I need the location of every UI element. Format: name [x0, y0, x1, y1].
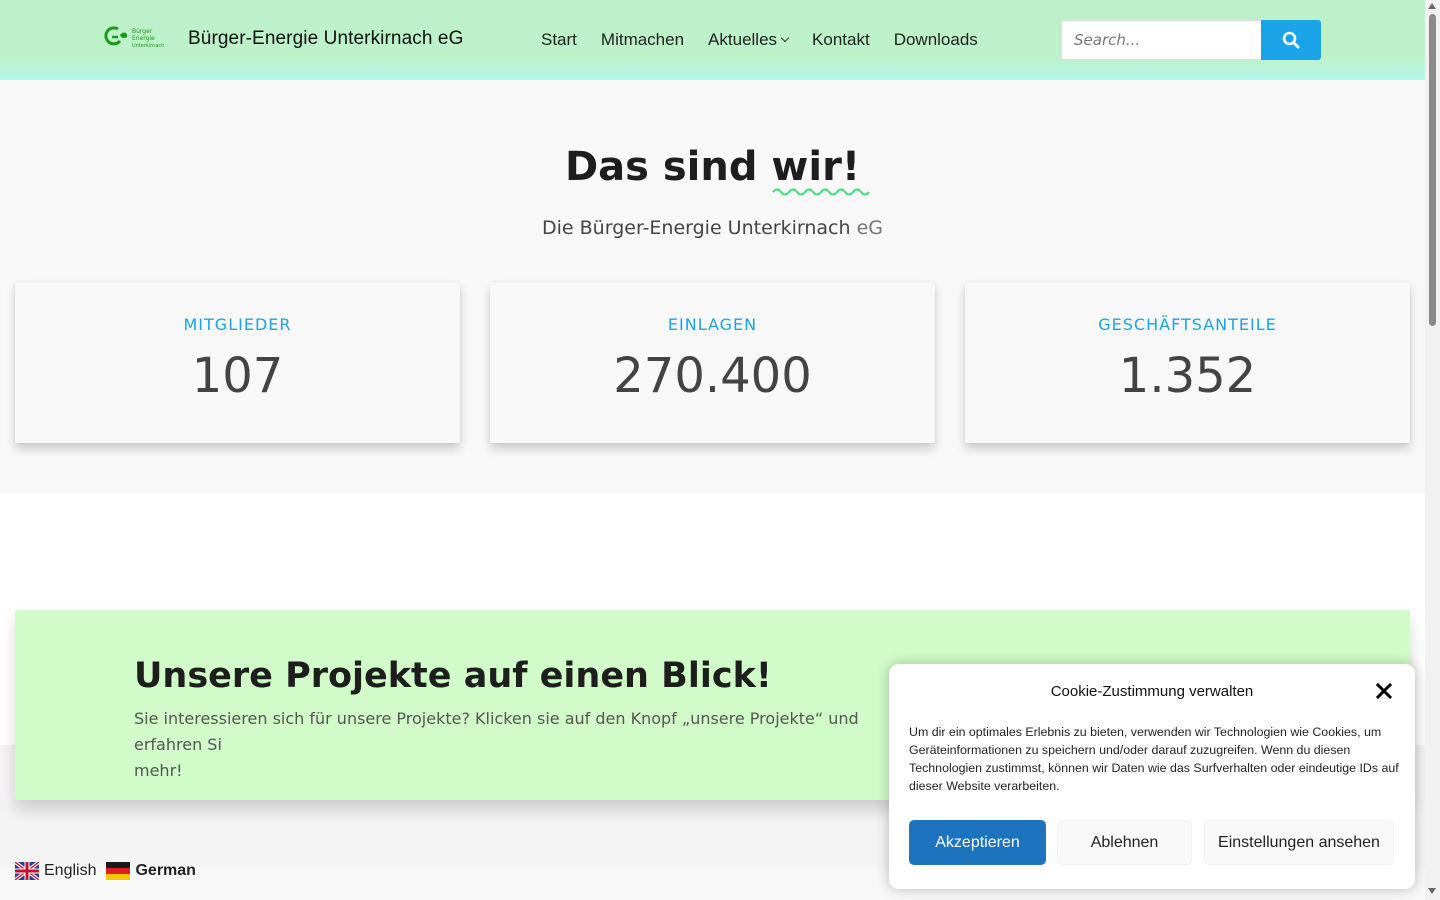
nav-aktuelles[interactable]: Aktuelles [708, 30, 790, 50]
search-input[interactable] [1061, 20, 1261, 60]
language-switcher: English German [15, 862, 206, 880]
stat-card-einlagen: EINLAGEN 270.400 [490, 282, 935, 443]
language-label: English [44, 862, 97, 879]
cookie-consent-dialog: Cookie-Zustimmung verwalten Um dir ein o… [889, 664, 1415, 889]
projects-text-line1: Sie interessieren sich für unsere Projek… [134, 709, 859, 754]
nav-start[interactable]: Start [541, 30, 577, 50]
scroll-down-arrow-icon[interactable] [1428, 888, 1436, 894]
scroll-up-arrow-icon[interactable] [1428, 3, 1436, 9]
hero-title-highlight: wir! [771, 144, 871, 196]
stat-value: 1.352 [1118, 348, 1257, 404]
close-icon[interactable] [1375, 682, 1393, 700]
hero-title-part1: Das sind [564, 144, 772, 190]
stat-label: EINLAGEN [667, 315, 758, 334]
stat-value: 270.400 [613, 348, 812, 404]
view-settings-button[interactable]: Einstellungen ansehen [1204, 820, 1394, 865]
search-icon [1282, 31, 1300, 49]
nav-aktuelles-label: Aktuelles [708, 30, 778, 49]
logo-text-1: Bürger [132, 28, 153, 35]
stat-card-mitglieder: MITGLIEDER 107 [15, 282, 460, 443]
german-flag-icon [106, 862, 131, 880]
decline-button[interactable]: Ablehnen [1057, 820, 1192, 865]
site-header: Bürger Energie Unterkirnach Bürger-Energ… [0, 0, 1425, 80]
hero-subtitle: Die Bürger-Energie Unterkirnach eG [0, 217, 1425, 239]
language-english[interactable]: English [15, 862, 96, 880]
projects-text: Sie interessieren sich für unsere Projek… [134, 706, 924, 784]
stat-label: MITGLIEDER [183, 315, 292, 334]
wavy-underline [772, 188, 871, 196]
nav-mitmachen[interactable]: Mitmachen [601, 30, 684, 50]
hero-subtitle-main: Die Bürger-Energie Unterkirnach [542, 217, 857, 239]
hero-title: Das sind wir! [0, 144, 1425, 196]
accept-button[interactable]: Akzeptieren [909, 820, 1046, 865]
projects-text-line2: mehr! [134, 761, 183, 780]
search-button[interactable] [1261, 20, 1321, 60]
uk-flag-icon [15, 862, 39, 880]
scrollbar-thumb[interactable] [1429, 14, 1436, 326]
nav-downloads[interactable]: Downloads [894, 30, 978, 50]
main-nav: Start Mitmachen Aktuelles Kontakt Downlo… [541, 30, 978, 50]
logo-icon: Bürger Energie Unterkirnach [104, 26, 164, 49]
stat-value: 107 [191, 348, 284, 404]
site-logo[interactable]: Bürger Energie Unterkirnach [104, 25, 166, 49]
stat-label: GESCHÄFTSANTEILE [1098, 315, 1277, 334]
hero-title-part2: wir! [771, 144, 861, 190]
logo-text-3: Unterkirnach [132, 43, 164, 49]
language-german[interactable]: German [106, 862, 196, 880]
page-scrollbar[interactable] [1425, 0, 1440, 900]
site-title[interactable]: Bürger-Energie Unterkirnach eG [188, 28, 463, 50]
cookie-text: Um dir ein optimales Erlebnis zu bieten,… [909, 725, 1399, 793]
nav-kontakt[interactable]: Kontakt [812, 30, 870, 50]
cookie-title: Cookie-Zustimmung verwalten [1050, 683, 1254, 700]
chevron-down-icon [780, 33, 790, 43]
hero-subtitle-suffix: eG [856, 217, 883, 239]
language-label: German [135, 862, 196, 879]
logo-text-2: Energie [132, 35, 155, 42]
stat-card-geschaeftsanteile: GESCHÄFTSANTEILE 1.352 [965, 282, 1410, 443]
projects-title: Unsere Projekte auf einen Blick! [134, 656, 772, 696]
hero-section: Das sind wir! Die Bürger-Energie Unterki… [0, 80, 1425, 494]
